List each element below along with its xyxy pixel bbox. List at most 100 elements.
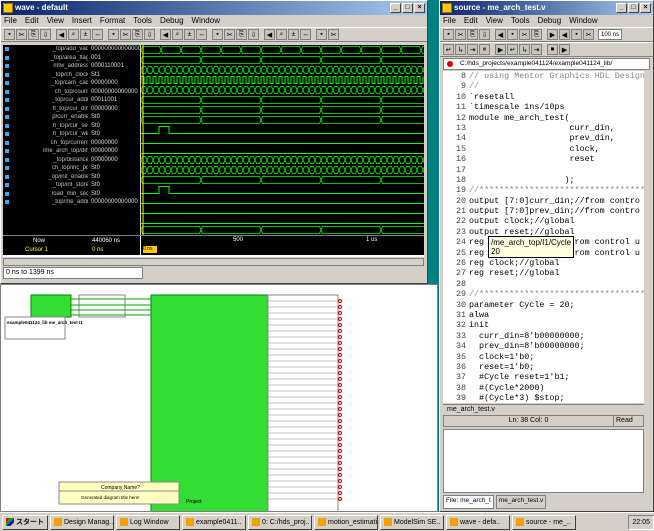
toolbar-button-icon[interactable]: ▪ <box>571 29 582 40</box>
toolbar-button-icon[interactable]: ↔ <box>92 29 103 40</box>
menu-tools[interactable]: Tools <box>133 15 152 27</box>
toolbar-button-icon[interactable]: ◀ <box>559 29 570 40</box>
code-line[interactable]: 18 ); <box>443 175 644 185</box>
toolbar-button-icon[interactable]: ⎘ <box>132 29 143 40</box>
toolbar-button-icon[interactable]: ▪ <box>4 29 15 40</box>
zoom-field[interactable]: 100 ns <box>598 29 623 40</box>
minimize-button[interactable]: _ <box>616 3 627 13</box>
toolbar-button-icon[interactable]: ⎘ <box>28 29 39 40</box>
code-line[interactable]: 33 curr_din=8'b00000000; <box>443 331 644 341</box>
code-line[interactable]: 35 clock=1'b0; <box>443 352 644 362</box>
source-tab[interactable]: me_arch_test.v <box>443 404 644 414</box>
toolbar-button-icon[interactable]: ✂ <box>16 29 27 40</box>
toolbar-button-icon[interactable]: ▶ <box>547 29 558 40</box>
code-line[interactable]: 17 <box>443 165 644 175</box>
code-line[interactable]: 27 reg reset;//global <box>443 268 644 278</box>
menu-window[interactable]: Window <box>192 15 220 27</box>
menu-edit[interactable]: Edit <box>464 15 478 27</box>
code-line[interactable]: 34 prev_din=8'b00000000; <box>443 341 644 351</box>
code-line[interactable]: 8// using Mentor Graphics HDL Design <box>443 71 644 81</box>
code-line[interactable]: 26 reg clock;//global <box>443 258 644 268</box>
toolbar-button-icon[interactable]: ⎘ <box>236 29 247 40</box>
menu-file[interactable]: File <box>4 15 17 27</box>
toolbar-button-icon[interactable]: ↳ <box>519 44 530 55</box>
maximize-button[interactable]: □ <box>628 3 639 13</box>
toolbar-button-icon[interactable]: ⌕ <box>68 29 79 40</box>
toolbar-button-icon[interactable]: ◀ <box>264 29 275 40</box>
taskbar-item[interactable]: 0: C:/hds_proj.. <box>248 514 312 530</box>
code-line[interactable]: 32 init <box>443 320 644 330</box>
toolbar-button-icon[interactable]: ± <box>184 29 195 40</box>
toolbar-button-icon[interactable]: ⏹ <box>547 44 558 55</box>
code-line[interactable]: 37 #Cycle reset=1'b1; <box>443 372 644 382</box>
start-button[interactable]: スタート <box>2 514 48 530</box>
test-block-ports[interactable] <box>30 294 72 318</box>
toolbar-button-icon[interactable]: ↔ <box>300 29 311 40</box>
taskbar-item[interactable]: motion_estimati.. <box>314 514 378 530</box>
wave-hscroll[interactable] <box>3 258 424 266</box>
me-arch-top-block[interactable] <box>150 294 269 512</box>
code-line[interactable]: 11 `timescale 1ns/10ps <box>443 102 644 112</box>
toolbar-button-icon[interactable]: ▪ <box>316 29 327 40</box>
toolbar-button-icon[interactable]: ⌕ <box>276 29 287 40</box>
toolbar-button-icon[interactable]: ⇩ <box>144 29 155 40</box>
menu-debug[interactable]: Debug <box>160 15 184 27</box>
menu-file[interactable]: File <box>443 15 456 27</box>
toolbar-button-icon[interactable]: ▪ <box>443 29 454 40</box>
bottom-tab-file[interactable]: File: me_arch_t <box>443 495 494 509</box>
source-path-bar[interactable]: C:/hds_projects/example041124/example041… <box>443 58 650 70</box>
transcript-panel[interactable] <box>443 429 644 493</box>
menu-tools[interactable]: Tools <box>511 15 530 27</box>
code-line[interactable]: 12 module me_arch_test( <box>443 113 644 123</box>
taskbar-item[interactable]: example0411.. <box>182 514 246 530</box>
code-line[interactable]: 29//************************************… <box>443 289 644 299</box>
menu-window[interactable]: Window <box>569 15 597 27</box>
toolbar-button-icon[interactable]: ⇥ <box>467 44 478 55</box>
toolbar-button-icon[interactable]: ▪ <box>507 29 518 40</box>
code-line[interactable]: 10 `resetall <box>443 92 644 102</box>
toolbar-button-icon[interactable]: ◀ <box>160 29 171 40</box>
code-line[interactable]: 36 reset=1'b0; <box>443 362 644 372</box>
wave-titlebar[interactable]: wave - default _ □ × <box>1 1 427 15</box>
menu-insert[interactable]: Insert <box>72 15 92 27</box>
close-button[interactable]: × <box>640 3 651 13</box>
code-line[interactable]: 15 clock, <box>443 144 644 154</box>
toolbar-button-icon[interactable]: ⇩ <box>479 29 490 40</box>
toolbar-button-icon[interactable]: ± <box>288 29 299 40</box>
toolbar-button-icon[interactable]: ⎘ <box>467 29 478 40</box>
toolbar-button-icon[interactable]: ◀ <box>56 29 67 40</box>
menu-view[interactable]: View <box>486 15 503 27</box>
schematic-panel[interactable]: Company Name? Generated diagram title he… <box>0 284 438 512</box>
code-line[interactable]: 31 alwa <box>443 310 644 320</box>
toolbar-button-icon[interactable]: ◀ <box>495 29 506 40</box>
toolbar-button-icon[interactable]: ✂ <box>224 29 235 40</box>
toolbar-button-icon[interactable]: ↵ <box>507 44 518 55</box>
toolbar-button-icon[interactable]: ▶ <box>495 44 506 55</box>
toolbar-button-icon[interactable]: ⇩ <box>40 29 51 40</box>
toolbar-button-icon[interactable]: ± <box>80 29 91 40</box>
toolbar-button-icon[interactable]: ⏸ <box>479 44 490 55</box>
toolbar-button-icon[interactable]: ✂ <box>120 29 131 40</box>
taskbar-item[interactable]: source - me_.. <box>512 514 576 530</box>
toolbar-button-icon[interactable]: ↔ <box>196 29 207 40</box>
close-button[interactable]: × <box>414 3 425 13</box>
toolbar-button-icon[interactable]: ⌕ <box>172 29 183 40</box>
code-line[interactable]: 22 output clock;//global <box>443 216 644 226</box>
menu-debug[interactable]: Debug <box>538 15 562 27</box>
toolbar-button-icon[interactable]: ⇥ <box>531 44 542 55</box>
toolbar-button-icon[interactable]: ▪ <box>212 29 223 40</box>
toolbar-button-icon[interactable]: ▪ <box>108 29 119 40</box>
waveform-canvas[interactable] <box>141 45 424 235</box>
taskbar-item[interactable]: ModelSim SE.. <box>380 514 444 530</box>
menu-edit[interactable]: Edit <box>25 15 39 27</box>
toolbar-button-icon[interactable]: ✂ <box>455 29 466 40</box>
toolbar-button-icon[interactable]: ▶ <box>559 44 570 55</box>
toolbar-button-icon[interactable]: ⎘ <box>531 29 542 40</box>
code-line[interactable]: 13 curr_din, <box>443 123 644 133</box>
code-line[interactable]: 30 parameter Cycle = 20; <box>443 300 644 310</box>
toolbar-button-icon[interactable]: ✂ <box>519 29 530 40</box>
toolbar-button-icon[interactable]: ✂ <box>583 29 594 40</box>
maximize-button[interactable]: □ <box>402 3 413 13</box>
code-line[interactable]: 20 output [7:0]curr_din;//from contro <box>443 196 644 206</box>
taskbar-item[interactable]: wave - defa.. <box>446 514 510 530</box>
